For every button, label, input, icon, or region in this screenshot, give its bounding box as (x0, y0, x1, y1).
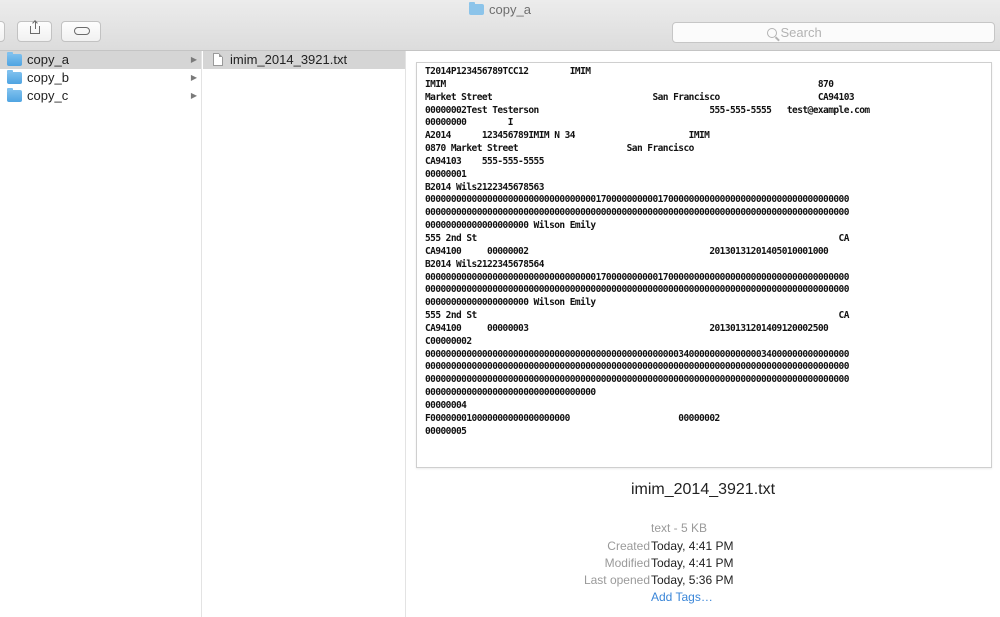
search-icon (766, 28, 777, 38)
folder-label: copy_c (27, 88, 69, 103)
view-options-button[interactable] (0, 21, 5, 42)
window-title-label: copy_a (489, 2, 531, 17)
chevron-right-icon: ▶ (190, 73, 197, 82)
folder-icon (7, 70, 22, 84)
created-label: Created (607, 539, 650, 553)
file-preview-text: T2014P123456789TCC12 IMIM IMIM 870 Marke… (425, 66, 870, 437)
chevron-right-icon: ▶ (190, 55, 197, 64)
toolbar: copy_a (0, 0, 1000, 51)
tag-icon (74, 27, 90, 35)
text-file-icon (213, 53, 223, 66)
folder-row-copy-c[interactable]: copy_c ▶ (0, 87, 201, 105)
share-icon (30, 21, 40, 34)
window-title: copy_a (0, 2, 1000, 18)
modified-value: Today, 4:41 PM (651, 556, 734, 570)
add-tags-link[interactable]: Add Tags… (651, 590, 713, 604)
folder-icon (469, 2, 485, 15)
share-button[interactable] (17, 21, 52, 42)
folder-label: copy_a (27, 52, 69, 67)
last-opened-label: Last opened (583, 573, 650, 587)
file-row[interactable]: imim_2014_3921.txt (203, 51, 405, 69)
tags-button[interactable] (61, 21, 101, 42)
file-kind: text - 5 KB (651, 521, 708, 535)
file-preview[interactable]: T2014P123456789TCC12 IMIM IMIM 870 Marke… (416, 62, 992, 468)
file-label: imim_2014_3921.txt (230, 52, 348, 67)
folder-icon (7, 52, 22, 66)
chevron-right-icon: ▶ (190, 91, 197, 100)
search-field[interactable] (672, 22, 995, 43)
preview-pane: T2014P123456789TCC12 IMIM IMIM 870 Marke… (406, 51, 1000, 617)
preview-file-name: imim_2014_3921.txt (630, 481, 776, 498)
folder-icon (7, 88, 22, 102)
modified-label: Modified (604, 556, 650, 570)
folder-label: copy_b (27, 70, 69, 85)
files-column: imim_2014_3921.txt (203, 51, 406, 617)
folders-column: copy_a ▶ copy_b ▶ copy_c ▶ (0, 51, 202, 617)
folder-row-copy-b[interactable]: copy_b ▶ (0, 69, 201, 87)
last-opened-value: Today, 5:36 PM (651, 573, 734, 587)
finder-window: copy_a copy_a ▶ copy_b ▶ copy_c ▶ (0, 0, 1000, 617)
created-value: Today, 4:41 PM (651, 539, 734, 553)
folder-row-copy-a[interactable]: copy_a ▶ (0, 51, 201, 69)
search-input[interactable] (780, 25, 901, 40)
